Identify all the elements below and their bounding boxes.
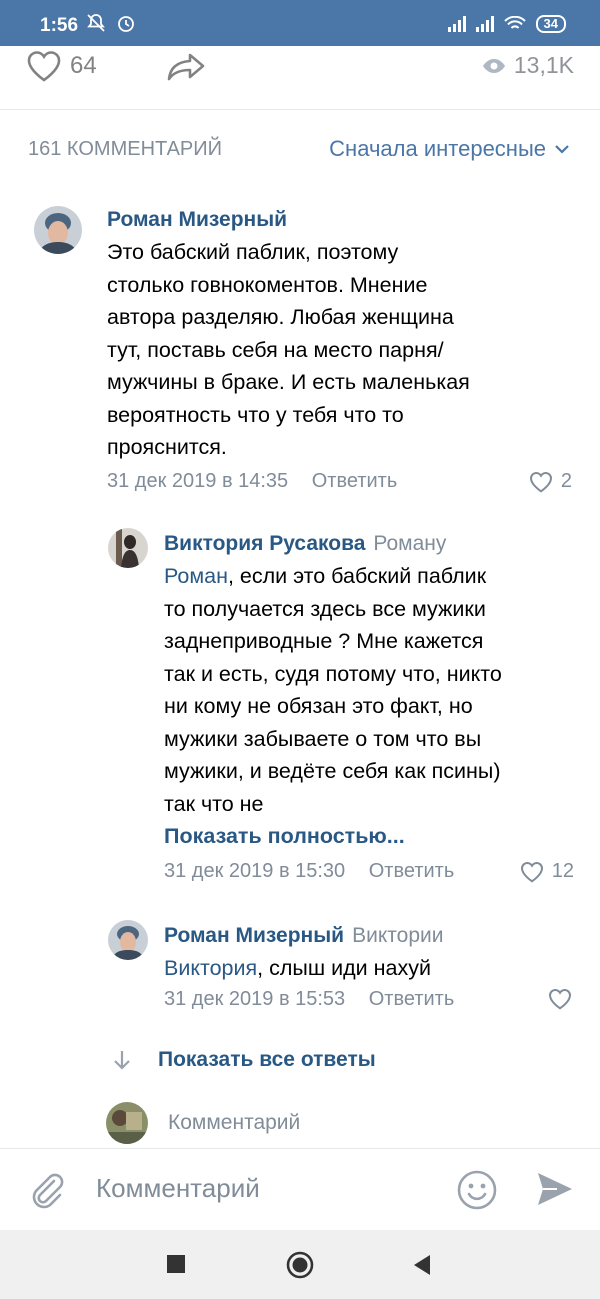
emoji-button[interactable] <box>456 1169 498 1216</box>
comment-meta: 31 дек 2019 в 14:35 Ответить <box>107 470 397 493</box>
status-left-icons <box>86 13 136 38</box>
comment-like-button[interactable]: 2 <box>529 470 572 493</box>
comment-text-fragment: , если это бабский паблик <box>227 564 487 588</box>
heart-icon <box>548 988 572 1010</box>
share-icon <box>167 53 205 81</box>
comment-text-line: то получается здесь все мужики <box>164 596 486 621</box>
attach-button[interactable] <box>28 1171 64 1214</box>
comment-mention[interactable]: Роман <box>164 564 228 588</box>
send-button[interactable] <box>536 1171 574 1212</box>
comment-like-count: 12 <box>551 860 574 882</box>
signal-icon <box>475 16 494 32</box>
comment-date: 31 дек 2019 в 15:53 <box>164 988 346 1010</box>
post-like-count: 64 <box>70 52 97 79</box>
show-all-replies-button[interactable]: Показать все ответы <box>112 1048 376 1072</box>
heart-icon <box>520 861 543 883</box>
avatar[interactable] <box>108 920 148 960</box>
avatar[interactable] <box>108 528 148 568</box>
nav-recent-icon <box>167 1255 185 1273</box>
heart-icon <box>27 51 61 82</box>
inline-comment-input[interactable]: Комментарий <box>106 1102 300 1144</box>
comment-text-line: ни кому не обязан это факт, но <box>164 694 473 718</box>
inline-comment-placeholder: Комментарий <box>168 1111 301 1134</box>
comment-text-line: Виктория, слыш иди нахуй <box>164 952 584 985</box>
reply-button[interactable]: Ответить <box>369 860 455 882</box>
show-full-link[interactable]: Показать полностью... <box>164 820 584 853</box>
comment-text-line: мужчины в браке. И есть маленькая <box>107 370 470 394</box>
bell-off-icon <box>87 14 105 32</box>
reply-button[interactable]: Ответить <box>369 988 455 1010</box>
nav-home-icon <box>286 1251 314 1279</box>
comment-text-fragment: , слыш иди нахуй <box>257 956 431 980</box>
comment-author[interactable]: Роман Мизерный <box>107 208 287 231</box>
comment-text-line: так и есть, судя потому что, никто <box>164 661 502 686</box>
comment-author[interactable]: Роман Мизерный <box>164 924 344 947</box>
comment-like-button[interactable]: 12 <box>520 860 574 883</box>
comments-header: 161 КОММЕНТАРИЙ Сначала интересные <box>0 124 600 174</box>
comment-reply-to[interactable]: Виктории <box>352 924 443 947</box>
heart-icon <box>529 471 552 493</box>
comment-composer: Комментарий <box>0 1148 600 1230</box>
comment-author[interactable]: Виктория Русакова <box>164 532 365 555</box>
alarm-icon <box>118 16 135 32</box>
sort-label: Сначала интересные <box>329 136 546 161</box>
wifi-icon <box>503 16 526 29</box>
nav-home-button[interactable] <box>286 1251 314 1284</box>
show-all-replies-label: Показать все ответы <box>158 1048 376 1071</box>
reply-button[interactable]: Ответить <box>312 470 398 492</box>
comment-text-line: вероятность что у тебя что то <box>107 402 404 427</box>
comment-text-line: Роман, если это бабский паблик <box>164 560 584 593</box>
comment-meta: 31 дек 2019 в 15:30 Ответить <box>164 860 454 883</box>
comment-date: 31 дек 2019 в 15:30 <box>164 860 346 882</box>
comment-text-line: заднеприводные ? Мне кажется <box>164 629 484 653</box>
status-bar: 1:56 34 <box>0 0 600 46</box>
comment-text: Это бабский паблик, поэтому столько говн… <box>107 236 557 464</box>
comment-date: 31 дек 2019 в 14:35 <box>107 470 289 492</box>
comments-count: 161 КОММЕНТАРИЙ <box>28 138 222 160</box>
battery-indicator: 34 <box>535 15 566 33</box>
comment-text: Виктория, слыш иди нахуй <box>164 952 584 985</box>
post-views: 13,1K <box>482 52 574 79</box>
arrow-down-icon <box>114 1051 130 1070</box>
comment-meta: 31 дек 2019 в 15:53 Ответить <box>164 988 454 1011</box>
comment-text-line: мужики забываете о том что вы <box>164 726 482 751</box>
nav-recent-button[interactable] <box>166 1254 186 1279</box>
status-time: 1:56 <box>40 15 79 36</box>
comment-text-line: Это бабский паблик, поэтому <box>107 240 399 264</box>
post-like-button[interactable]: 64 <box>26 50 97 82</box>
comments-sort-dropdown[interactable]: Сначала интересные <box>329 136 570 162</box>
comment-text-line: так что не <box>164 791 264 816</box>
comment-like-count: 2 <box>560 470 572 492</box>
comment-author-line: Виктория Русакова Роману <box>164 532 446 556</box>
post-actions: 64 13,1K <box>0 46 600 110</box>
comment-author-line: Роман Мизерный <box>107 208 287 232</box>
comment-text-line: автора разделяю. Любая женщина <box>107 305 454 329</box>
post-views-count: 13,1K <box>513 52 574 78</box>
signal-icon <box>447 16 466 32</box>
paperclip-icon <box>32 1173 64 1209</box>
smile-icon <box>457 1170 497 1210</box>
comment-text-line: мужики, и ведёте себя как псины) <box>164 759 501 783</box>
eye-icon <box>482 58 505 73</box>
post-share-button[interactable] <box>166 52 206 87</box>
nav-back-icon <box>414 1255 430 1275</box>
comment-text: Роман, если это бабский паблик то получа… <box>164 560 584 853</box>
nav-back-button[interactable] <box>412 1254 432 1281</box>
chevron-down-icon <box>555 145 569 154</box>
status-right-icons: 34 <box>447 15 566 33</box>
comment-text-line: столько говнокоментов. Мнение <box>107 272 428 297</box>
avatar <box>106 1102 148 1144</box>
comment-author-line: Роман Мизерный Виктории <box>164 924 443 948</box>
send-icon <box>538 1173 572 1205</box>
comment-like-button[interactable] <box>548 988 572 1010</box>
comment-text-line: прояснится. <box>107 435 227 459</box>
system-nav-bar <box>0 1230 600 1299</box>
avatar[interactable] <box>34 206 82 254</box>
comment-reply-to[interactable]: Роману <box>373 532 446 555</box>
comment-text-line: тут, поставь себя на место парня/ <box>107 337 444 362</box>
composer-input[interactable]: Комментарий <box>96 1173 260 1204</box>
comment-mention[interactable]: Виктория <box>164 956 257 980</box>
